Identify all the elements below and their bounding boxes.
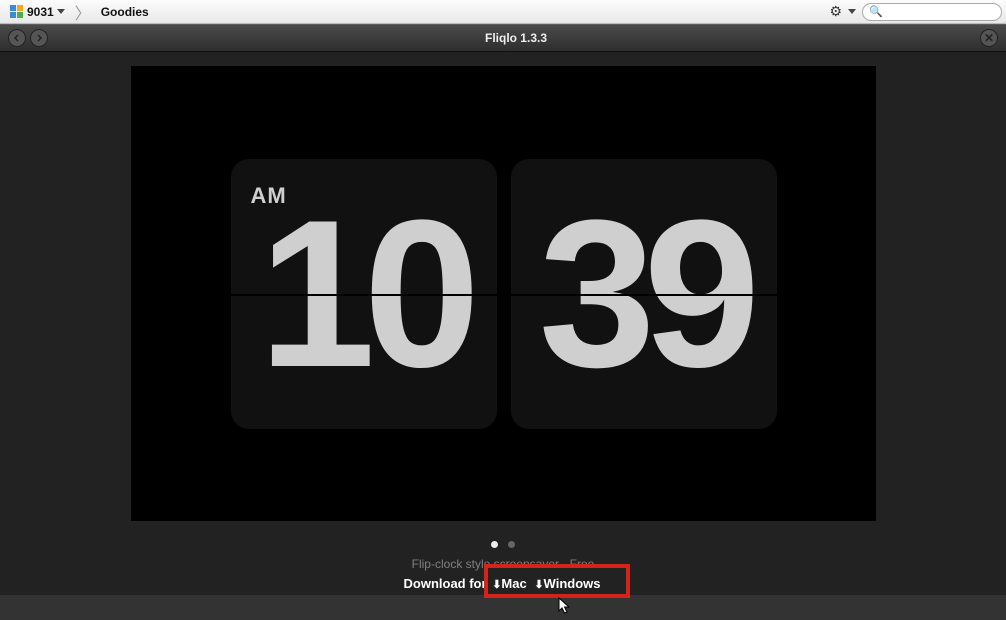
page-title: Fliqlo 1.3.3 [485, 31, 547, 45]
download-mac-link[interactable]: ⬇Mac [492, 576, 530, 591]
forward-button[interactable] [30, 29, 48, 47]
download-icon: ⬇ [534, 579, 543, 591]
cursor-icon [558, 597, 572, 620]
download-windows-link[interactable]: ⬇Windows [534, 576, 600, 591]
toolbar-right: ⚙ 🔍 [829, 3, 1002, 21]
breadcrumb-label: Goodies [101, 5, 149, 19]
search-box[interactable]: 🔍 [862, 3, 1002, 21]
content-area: AM 10 39 Flip-clock style screensaver - … [0, 52, 1006, 595]
flip-hours: AM 10 [231, 159, 497, 429]
search-input[interactable] [887, 6, 1006, 18]
chevron-down-icon[interactable] [848, 9, 856, 14]
screensaver-preview: AM 10 39 [131, 66, 876, 521]
ampm-label: AM [251, 183, 287, 209]
close-button[interactable]: ✕ [980, 29, 998, 47]
breadcrumb-divider: 〉 [73, 0, 93, 24]
site-menu[interactable]: 9031 [4, 3, 71, 21]
breadcrumb-goodies[interactable]: Goodies [95, 3, 155, 21]
download-mac-label: Mac [501, 576, 526, 591]
breadcrumb: 9031 〉 Goodies [4, 0, 155, 24]
site-id-label: 9031 [27, 5, 54, 19]
preview-titlebar: Fliqlo 1.3.3 ✕ [0, 24, 1006, 52]
grid-icon [10, 5, 24, 19]
minutes-digits: 39 [539, 189, 749, 399]
download-row: Download for ⬇Mac ⬇Windows [0, 576, 1006, 591]
download-windows-label: Windows [544, 576, 601, 591]
chevron-down-icon [57, 9, 65, 14]
download-label: Download for [404, 576, 487, 591]
gear-icon[interactable]: ⚙ [829, 3, 842, 20]
dot-1[interactable] [491, 541, 498, 548]
browser-toolbar: 9031 〉 Goodies ⚙ 🔍 [0, 0, 1006, 24]
flip-minutes: 39 [511, 159, 777, 429]
dot-2[interactable] [508, 541, 515, 548]
search-icon: 🔍 [869, 5, 883, 18]
hours-digits: 10 [259, 189, 469, 399]
flip-clock: AM 10 39 [231, 159, 777, 429]
back-button[interactable] [8, 29, 26, 47]
pagination-dots [0, 541, 1006, 548]
caption-text: Flip-clock style screensaver - Free [0, 557, 1006, 571]
